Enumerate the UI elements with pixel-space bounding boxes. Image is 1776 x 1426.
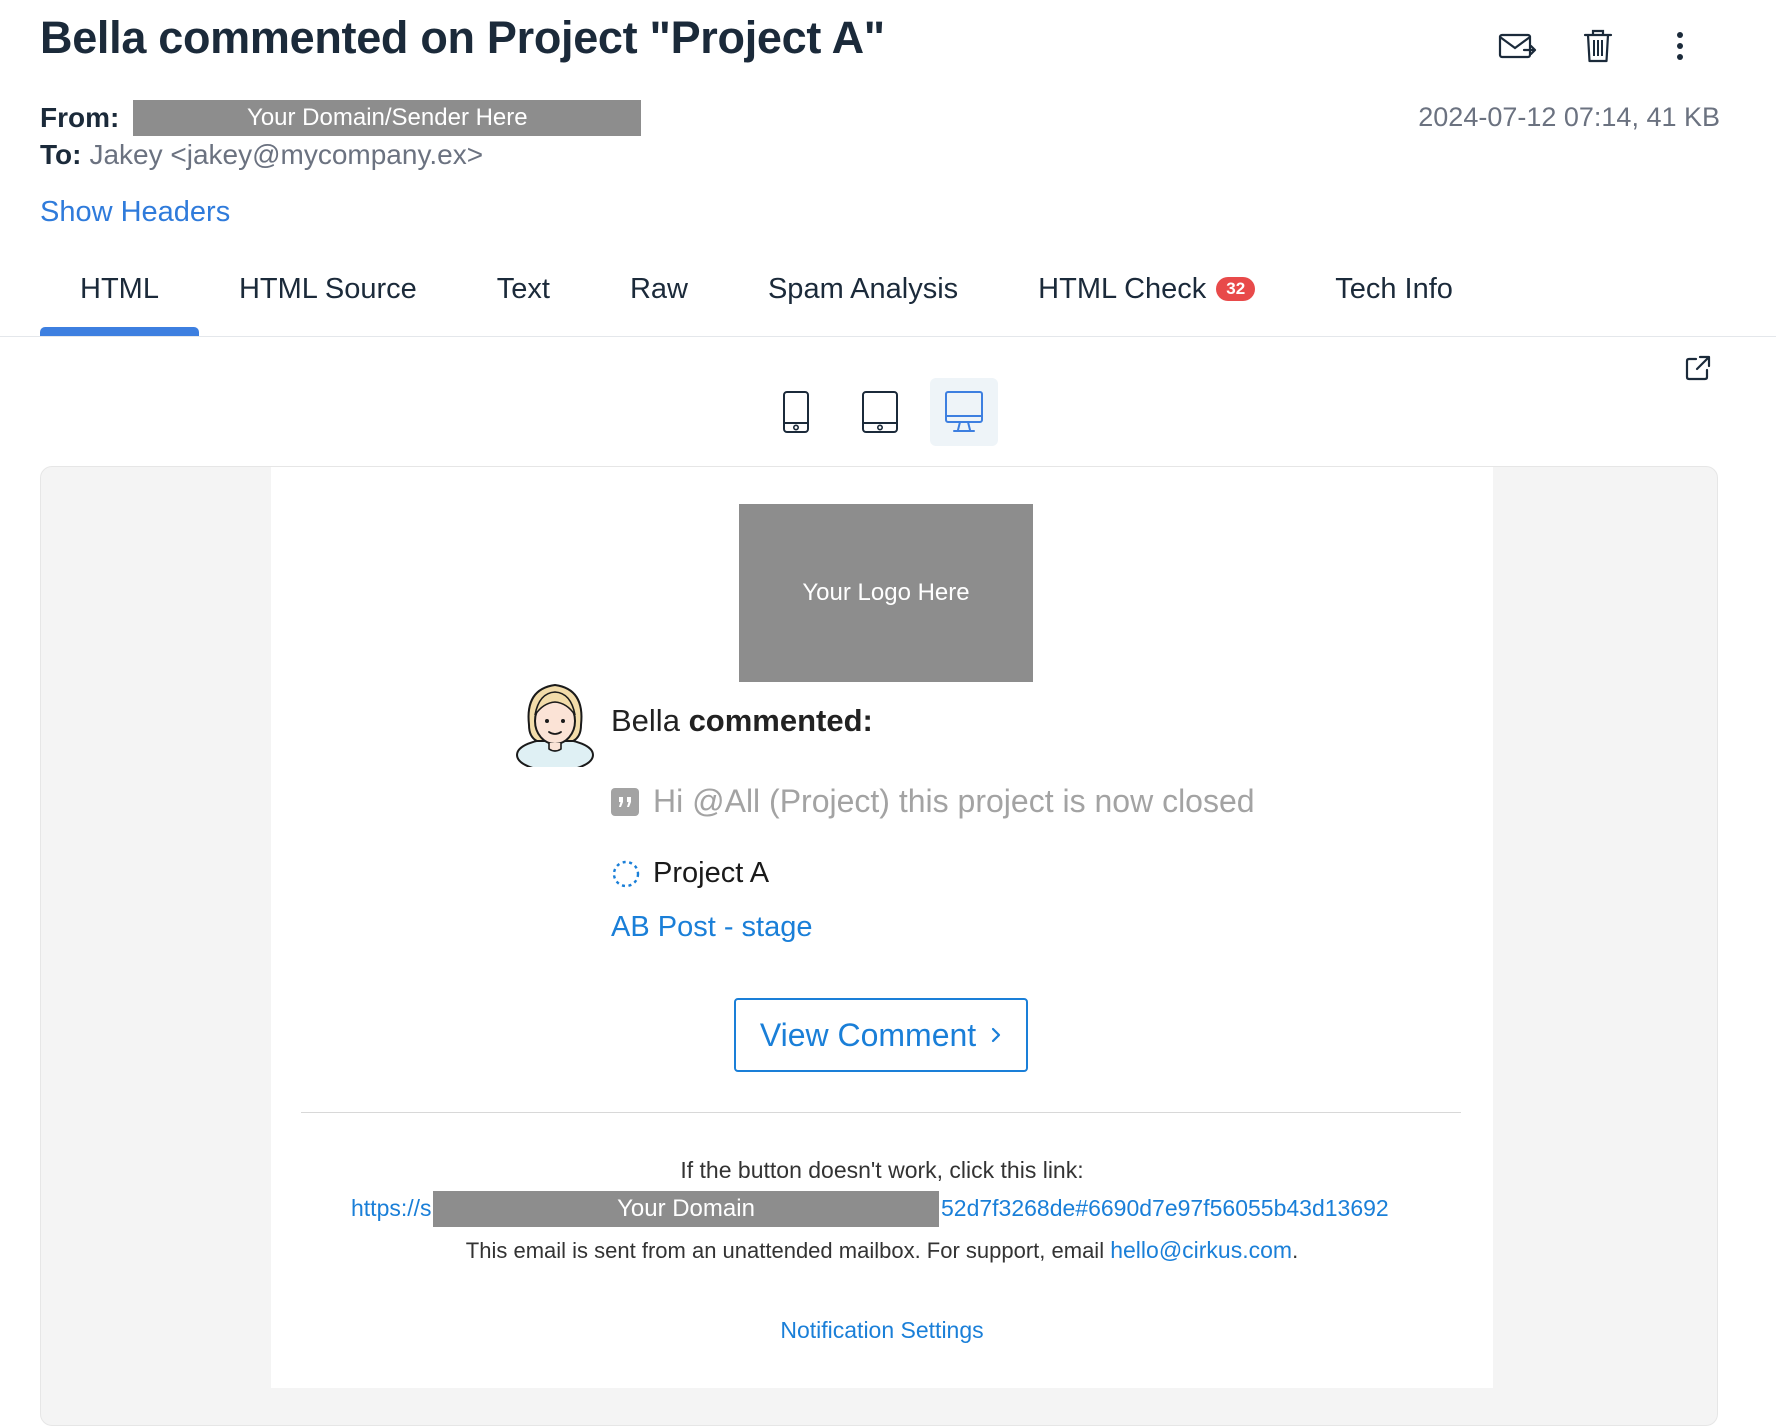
comment-quote: Hi @All (Project) this project is now cl… — [611, 783, 1255, 820]
tab-raw[interactable]: Raw — [590, 250, 728, 336]
tab-label: Raw — [629, 273, 688, 305]
delete-button[interactable] — [1568, 16, 1628, 76]
fallback-link-start: https://s — [351, 1195, 432, 1221]
quote-icon — [611, 787, 639, 816]
tablet-view-button[interactable] — [846, 378, 914, 446]
active-tab-indicator — [40, 327, 199, 336]
fallback-instructions: If the button doesn't work, click this l… — [680, 1157, 1084, 1183]
body-divider — [301, 1112, 1461, 1113]
desktop-view-button[interactable] — [930, 378, 998, 446]
tab-label: Spam Analysis — [767, 273, 959, 305]
tab-html-check[interactable]: HTML Check 32 — [998, 250, 1295, 336]
view-comment-label: View Comment — [759, 1016, 977, 1053]
email-preview-frame: Your Logo Here Bella commented: Hi @All — [40, 466, 1718, 1426]
forward-button[interactable] — [1488, 16, 1548, 76]
view-comment-button[interactable]: View Comment — [734, 998, 1028, 1072]
to-row: To: Jakey <jakey@mycompany.ex> — [40, 139, 483, 171]
tab-label: HTML — [80, 273, 159, 305]
avatar — [516, 683, 594, 767]
fallback-link-end: 52d7f3268de#6690d7e97f56055b43d13692 — [941, 1195, 1389, 1221]
unattended-notice: This email is sent from an unattended ma… — [271, 1237, 1493, 1264]
to-value: Jakey <jakey@mycompany.ex> — [89, 139, 484, 170]
commented-label: commented: — [688, 703, 873, 738]
kebab-menu-icon — [1677, 32, 1683, 60]
view-tabs: HTML HTML Source Text Raw Spam Analysis … — [40, 250, 1493, 336]
desktop-icon — [945, 391, 983, 432]
tablet-icon — [862, 391, 898, 433]
open-external-button[interactable] — [1680, 350, 1716, 386]
date-size: 2024-07-12 07:14, 41 KB — [1418, 102, 1720, 132]
notification-settings-link[interactable]: Notification Settings — [780, 1317, 983, 1343]
email-body: Your Logo Here Bella commented: Hi @All — [271, 467, 1493, 1388]
tab-html[interactable]: HTML — [40, 250, 199, 336]
tab-label: HTML Check — [1038, 273, 1207, 305]
device-switcher — [762, 378, 1014, 446]
tab-text[interactable]: Text — [457, 250, 590, 336]
phone-icon — [783, 391, 809, 433]
fallback-link[interactable]: https://s Your Domain 52d7f3268de#6690d7… — [351, 1191, 1413, 1231]
external-link-icon — [1685, 355, 1711, 381]
sender-redaction: Your Domain/Sender Here — [133, 100, 642, 136]
commenter-name: Bella — [611, 703, 680, 738]
tab-label: Tech Info — [1335, 273, 1453, 305]
project-row: Project A — [611, 857, 769, 890]
tabs-divider — [0, 336, 1776, 337]
logo-placeholder: Your Logo Here — [739, 504, 1033, 682]
notification-settings-row: Notification Settings — [271, 1317, 1493, 1344]
from-label: From: — [40, 102, 120, 133]
envelope-forward-icon — [1498, 33, 1537, 59]
tab-spam-analysis[interactable]: Spam Analysis — [728, 250, 998, 336]
tab-label: Text — [496, 273, 550, 305]
show-headers-link[interactable]: Show Headers — [40, 196, 230, 229]
email-actions — [0, 16, 1776, 76]
phone-view-button[interactable] — [762, 378, 830, 446]
support-email-link[interactable]: hello@cirkus.com — [1110, 1237, 1292, 1263]
trash-icon — [1583, 29, 1613, 63]
unattended-period: . — [1292, 1238, 1299, 1263]
html-check-count-badge: 32 — [1216, 277, 1256, 301]
chevron-right-icon — [990, 1026, 1002, 1044]
tab-html-source[interactable]: HTML Source — [199, 250, 457, 336]
tab-label: HTML Source — [238, 273, 417, 305]
tab-tech-info[interactable]: Tech Info — [1295, 250, 1493, 336]
unattended-text: This email is sent from an unattended ma… — [465, 1238, 1105, 1263]
dashed-circle-icon — [611, 859, 641, 889]
stage-link[interactable]: AB Post - stage — [611, 911, 813, 944]
comment-heading: Bella commented: — [611, 703, 873, 739]
more-button[interactable] — [1650, 16, 1710, 76]
from-row: From: Your Domain/Sender Here — [40, 100, 642, 136]
domain-redaction: Your Domain — [433, 1191, 939, 1227]
project-name: Project A — [653, 857, 770, 889]
to-label: To: — [40, 139, 82, 170]
comment-text: Hi @All (Project) this project is now cl… — [653, 783, 1255, 819]
